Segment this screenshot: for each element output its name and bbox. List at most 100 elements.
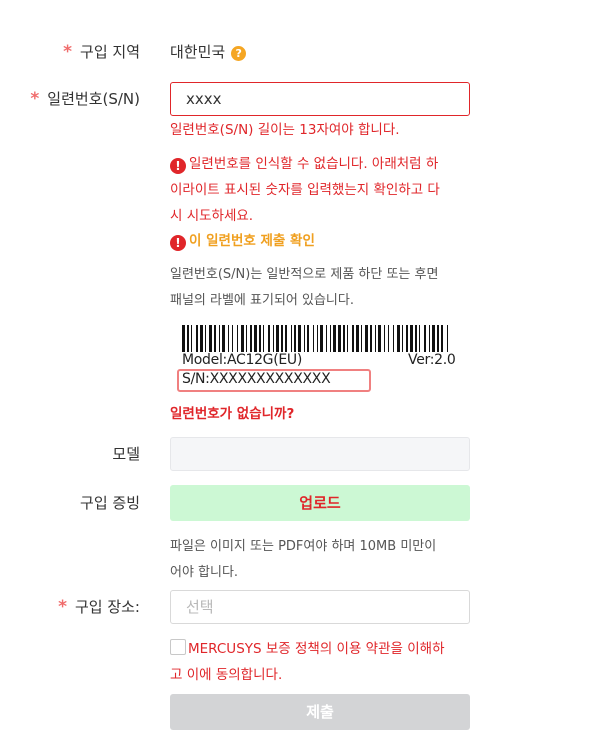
barcode-bar — [333, 325, 336, 352]
barcode-bar — [205, 325, 206, 352]
error-icon: ! — [170, 235, 186, 251]
barcode-bar — [268, 325, 270, 352]
no-serial-link[interactable]: 일련번호가 없습니까? — [170, 402, 294, 426]
model-input[interactable] — [170, 437, 470, 471]
place-select[interactable]: 선택 — [170, 590, 470, 624]
region-row: * 구입 지역 대한민국? — [0, 40, 590, 64]
barcode-bar — [285, 325, 287, 352]
barcode-bar — [393, 325, 394, 352]
proof-hint-line-2: 어야 합니다. — [170, 565, 239, 580]
recognize-error-line-1: 일련번호를 인식할 수 없습니다. 아래처럼 하 — [189, 156, 439, 172]
proof-hint: 파일은 이미지 또는 PDF여야 하며 10MB 미만이 어야 합니다. — [170, 534, 480, 586]
region-label: * 구입 지역 — [63, 40, 140, 64]
barcode-bar — [378, 325, 381, 352]
barcode-bar — [370, 325, 372, 352]
barcode-bar — [330, 325, 331, 352]
barcode-bar — [219, 325, 220, 352]
barcode-bar — [419, 325, 420, 352]
place-row: * 구입 장소: 선택 — [0, 590, 590, 624]
error-icon: ! — [170, 158, 186, 174]
required-asterisk: * — [30, 89, 40, 109]
barcode-bar — [441, 325, 443, 352]
model-label: 모델 — [112, 445, 140, 463]
agree-row: MERCUSYS 보증 정책의 이용 약관을 이해하 고 이에 동의합니다. — [170, 636, 480, 688]
barcode-bar — [304, 325, 305, 352]
barcode-bar — [191, 325, 192, 352]
place-placeholder: 선택 — [186, 598, 214, 616]
barcode-bar — [347, 325, 348, 352]
barcode-bar — [246, 325, 247, 352]
barcode-bar — [263, 325, 264, 352]
barcode-bar — [291, 325, 292, 352]
serial-input[interactable]: xxxx — [170, 82, 470, 116]
label-sn-text: S/N:XXXXXXXXXXXXX — [182, 371, 331, 387]
barcode-bar — [187, 325, 189, 352]
barcode-bar — [281, 325, 283, 352]
barcode-bar — [259, 325, 261, 352]
barcode-bar — [273, 325, 274, 352]
serial-recognize-error: ! 일련번호를 인식할 수 없습니다. 아래처럼 하 이라이트 표시된 숫자를 입… — [170, 151, 480, 229]
barcode-bar — [338, 325, 341, 352]
serial-row: * 일련번호(S/N) xxxx — [0, 82, 590, 116]
barcode-bar — [254, 325, 257, 352]
barcode-bar — [313, 325, 314, 352]
barcode-bar — [294, 325, 296, 352]
label-model-text: Model:AC12G(EU) — [182, 352, 303, 368]
barcode-bar — [250, 325, 252, 352]
submit-button[interactable]: 제출 — [170, 694, 470, 730]
serial-label: * 일련번호(S/N) — [30, 82, 140, 116]
barcode-bar — [222, 325, 225, 352]
barcode-bar — [307, 325, 309, 352]
barcode-bar — [241, 325, 244, 352]
serial-hint-line-2: 패널의 라벨에 표기되어 있습니다. — [170, 293, 354, 308]
confirm-serial-link[interactable]: 이 일련번호 제출 확인 — [189, 233, 315, 249]
barcode-bar — [410, 325, 413, 352]
upload-button[interactable]: 업로드 — [170, 485, 470, 521]
barcode-bar — [200, 325, 203, 352]
barcode-bar — [182, 325, 185, 352]
agree-text-line-1: MERCUSYS 보증 정책의 이용 약관을 이해하 — [188, 641, 445, 657]
barcode-bar — [432, 325, 435, 352]
barcode-bar — [298, 325, 301, 352]
barcode-bar — [424, 325, 426, 352]
proof-row: 구입 증빙 업로드 — [0, 485, 590, 521]
barcode-bar — [402, 325, 403, 352]
region-value: 대한민국? — [170, 40, 247, 64]
barcode-bar — [232, 325, 233, 352]
agree-text-line-2: 고 이에 동의합니다. — [170, 667, 283, 683]
place-label-text: 구입 장소: — [74, 598, 140, 616]
barcode-bar — [437, 325, 439, 352]
recognize-error-line-2: 이라이트 표시된 숫자를 입력했는지 확인하고 다 — [170, 182, 440, 198]
confirm-serial-row: ! 이 일련번호 제출 확인 — [170, 228, 315, 254]
barcode-bar — [415, 325, 417, 352]
proof-label: 구입 증빙 — [80, 494, 140, 512]
barcode-bar — [326, 325, 327, 352]
label-ver-text: Ver:2.0 — [408, 352, 456, 368]
barcode-bar — [388, 325, 389, 352]
barcode-bar — [406, 325, 408, 352]
serial-label-text: 일련번호(S/N) — [47, 90, 140, 108]
barcode-bar — [214, 325, 216, 352]
recognize-error-line-3: 시 시도하세요. — [170, 208, 254, 224]
serial-input-value: xxxx — [186, 90, 222, 108]
agree-checkbox[interactable] — [170, 639, 186, 655]
barcode-bar — [320, 325, 323, 352]
barcode-bar — [356, 325, 359, 352]
place-label: * 구입 장소: — [58, 590, 140, 624]
barcode-bar — [447, 325, 448, 352]
serial-length-error: 일련번호(S/N) 길이는 13자여야 합니다. — [170, 122, 400, 138]
barcode-bar — [228, 325, 229, 352]
serial-hint: 일련번호(S/N)는 일반적으로 제품 하단 또는 후면 패널의 라벨에 표기되… — [170, 262, 480, 314]
serial-hint-line-1: 일련번호(S/N)는 일반적으로 제품 하단 또는 후면 — [170, 267, 439, 282]
barcode-bar — [365, 325, 368, 352]
barcode-bar — [384, 325, 385, 352]
serial-label-image: Model:AC12G(EU) Ver:2.0 S/N:XXXXXXXXXXXX… — [170, 322, 460, 394]
required-asterisk: * — [63, 42, 73, 62]
barcode-bar — [352, 325, 354, 352]
barcode-bar — [196, 325, 198, 352]
barcode-bar — [397, 325, 400, 352]
barcode-bar — [237, 325, 238, 352]
question-icon[interactable]: ? — [231, 46, 247, 61]
barcode-bar — [361, 325, 362, 352]
proof-hint-line-1: 파일은 이미지 또는 PDF여야 하며 10MB 미만이 — [170, 539, 437, 554]
